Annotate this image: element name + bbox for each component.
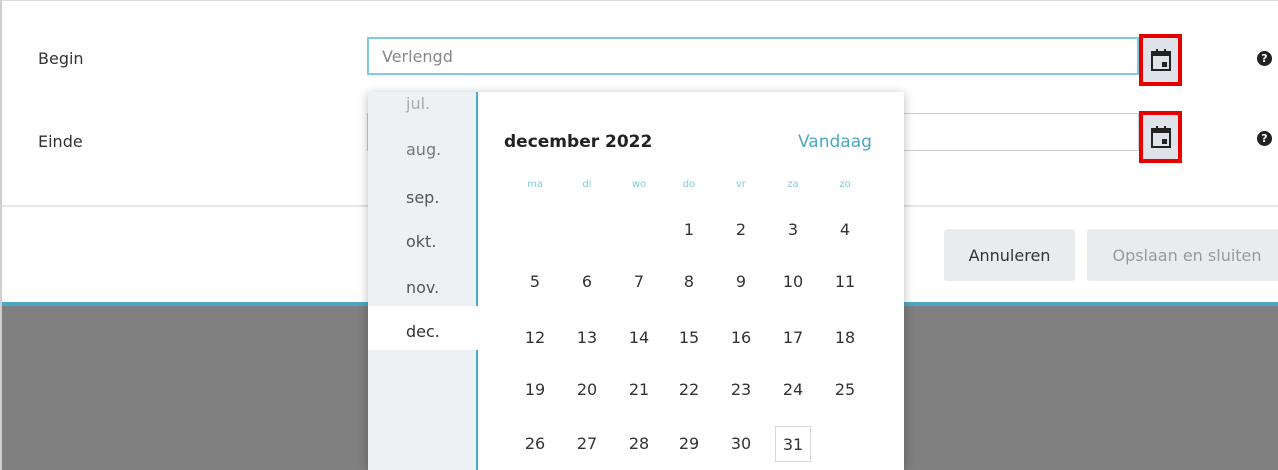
calendar-day[interactable]: 10: [775, 264, 811, 300]
begin-input[interactable]: Verlengd: [367, 37, 1139, 75]
cancel-button[interactable]: Annuleren: [944, 229, 1075, 281]
month-item-okt[interactable]: okt.: [368, 232, 478, 256]
weekday-label: za: [787, 179, 799, 190]
einde-help-icon[interactable]: ?: [1257, 131, 1272, 146]
month-item-jul[interactable]: jul.: [368, 94, 478, 118]
calendar-day[interactable]: 23: [723, 372, 759, 408]
calendar-day[interactable]: 7: [621, 264, 657, 300]
calendar-day[interactable]: 22: [671, 372, 707, 408]
calendar-day[interactable]: 17: [775, 320, 811, 356]
calendar-day[interactable]: 28: [621, 426, 657, 462]
calendar-day[interactable]: 12: [517, 320, 553, 356]
calendar-day[interactable]: 1: [671, 212, 707, 248]
weekday-label: vr: [735, 179, 747, 190]
calendar-day[interactable]: 30: [723, 426, 759, 462]
calendar-day[interactable]: 25: [827, 372, 863, 408]
weekday-label: di: [582, 179, 592, 190]
begin-help-icon[interactable]: ?: [1257, 51, 1272, 66]
calendar-day[interactable]: 29: [671, 426, 707, 462]
calendar-day[interactable]: [569, 212, 605, 248]
calendar-month-title: december 2022: [504, 132, 653, 152]
calendar-day[interactable]: [621, 212, 657, 248]
calendar-day[interactable]: 13: [569, 320, 605, 356]
calendar-day[interactable]: 21: [621, 372, 657, 408]
weekday-label: ma: [527, 179, 543, 190]
calendar-day[interactable]: 2: [723, 212, 759, 248]
calendar-day[interactable]: [517, 212, 553, 248]
today-link[interactable]: Vandaag: [798, 132, 872, 152]
calendar-day[interactable]: 3: [775, 212, 811, 248]
weekday-label: do: [682, 179, 696, 190]
weekday-label: wo: [631, 179, 647, 190]
calendar-day[interactable]: 19: [517, 372, 553, 408]
calendar-day[interactable]: 27: [569, 426, 605, 462]
calendar-day[interactable]: 5: [517, 264, 553, 300]
calendar-icon: [1150, 49, 1171, 71]
calendar-day[interactable]: 20: [569, 372, 605, 408]
window-top-border: [0, 0, 1278, 1]
einde-label: Einde: [38, 132, 83, 151]
begin-label: Begin: [38, 49, 84, 68]
weekday-label: zo: [839, 179, 851, 190]
calendar-day[interactable]: 24: [775, 372, 811, 408]
calendar-day[interactable]: 8: [671, 264, 707, 300]
month-list: jul. aug. sep. okt. nov. dec.: [368, 92, 480, 470]
calendar-icon: [1150, 126, 1171, 148]
calendar-day[interactable]: 15: [671, 320, 707, 356]
month-item-nov[interactable]: nov.: [368, 278, 478, 302]
calendar-day[interactable]: 9: [723, 264, 759, 300]
calendar-day[interactable]: 6: [569, 264, 605, 300]
month-item-aug[interactable]: aug.: [368, 140, 478, 164]
calendar-day[interactable]: 16: [723, 320, 759, 356]
save-and-close-button[interactable]: Opslaan en sluiten: [1087, 229, 1278, 281]
calendar-day-today[interactable]: 31: [775, 426, 811, 462]
begin-calendar-button[interactable]: [1139, 34, 1182, 86]
calendar-day[interactable]: 11: [827, 264, 863, 300]
calendar-day[interactable]: 26: [517, 426, 553, 462]
month-item-sep[interactable]: sep.: [368, 188, 478, 212]
calendar-day[interactable]: 14: [621, 320, 657, 356]
month-item-dec[interactable]: dec.: [368, 306, 480, 350]
calendar-day[interactable]: 4: [827, 212, 863, 248]
datepicker-popup: jul. aug. sep. okt. nov. dec. december 2…: [368, 92, 904, 470]
einde-calendar-button[interactable]: [1139, 111, 1182, 163]
calendar-day[interactable]: 18: [827, 320, 863, 356]
